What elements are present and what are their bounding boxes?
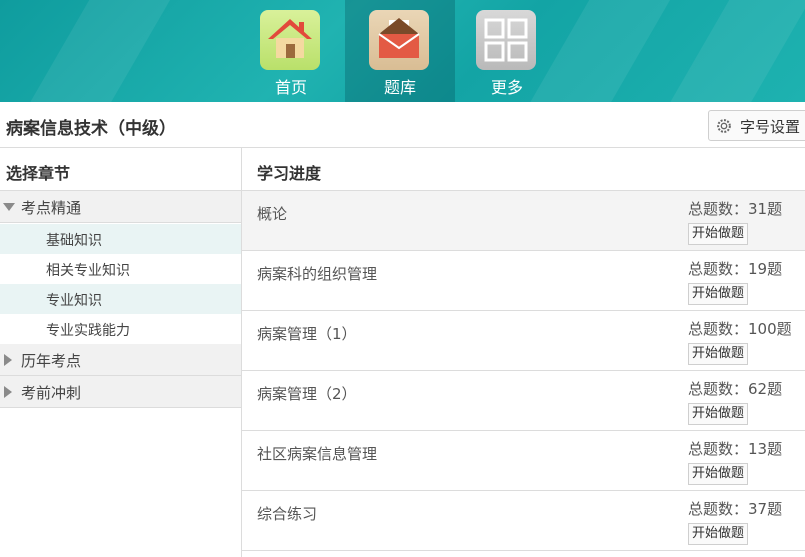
progress-panel-header: 学习进度 (242, 148, 805, 191)
chapter-item-practical-ability[interactable]: 专业实践能力 (0, 314, 241, 344)
font-size-setting-label: 字号设置 (740, 118, 801, 136)
start-practice-button[interactable]: 开始做题 (688, 463, 749, 485)
gear-icon (717, 119, 731, 133)
nav-home[interactable]: 首页 (236, 0, 346, 102)
start-practice-button[interactable]: 开始做题 (688, 523, 749, 545)
question-count: 总题数：100题 (688, 320, 792, 338)
group-linian-kaodian[interactable]: 历年考点 (0, 344, 241, 376)
chapter-row[interactable]: 病案管理（1） 总题数：100题 开始做题 (242, 311, 805, 371)
chapter-row[interactable]: 病案科的组织管理 总题数：19题 开始做题 (242, 251, 805, 311)
nav-more[interactable]: 更多 (452, 0, 562, 102)
start-practice-button[interactable]: 开始做题 (688, 283, 749, 305)
nav-home-label: 首页 (274, 78, 307, 97)
chapter-name: 病案管理（1） (257, 325, 357, 343)
chapter-panel-title: 选择章节 (6, 164, 71, 183)
question-count: 总题数：13题 (688, 440, 783, 458)
group-kaoqian-chongci[interactable]: 考前冲刺 (0, 376, 241, 408)
envelope-icon (369, 10, 429, 70)
group-label: 考前冲刺 (21, 384, 82, 402)
caret-right-icon (4, 354, 12, 366)
chapter-item-label: 专业知识 (46, 293, 102, 309)
question-count: 总题数：62题 (688, 380, 783, 398)
group-kaodian-jingtong[interactable]: 考点精通 (0, 191, 241, 223)
question-count: 总题数：31题 (688, 200, 783, 218)
font-size-setting-button[interactable]: 字号设置 (708, 110, 805, 141)
home-icon (260, 10, 320, 70)
chapter-row[interactable]: 综合练习 总题数：37题 开始做题 (242, 491, 805, 551)
nav-more-label: 更多 (490, 78, 523, 97)
chapter-row[interactable]: 病案管理（2） 总题数：62题 开始做题 (242, 371, 805, 431)
progress-panel-title: 学习进度 (257, 164, 322, 183)
chapter-name: 病案管理（2） (257, 385, 357, 403)
caret-right-icon (4, 386, 12, 398)
top-nav-bar: 首页 题库 更多 (0, 0, 805, 102)
group-label: 历年考点 (21, 352, 82, 370)
chapter-name: 病案科的组织管理 (257, 265, 378, 283)
question-count: 总题数：37题 (688, 500, 783, 518)
progress-panel: 学习进度 概论 总题数：31题 开始做题 病案科的组织管理 总题数：19题 开始… (242, 148, 805, 557)
start-practice-button[interactable]: 开始做题 (688, 403, 749, 425)
chapter-item-basic-knowledge[interactable]: 基础知识 (0, 224, 241, 254)
chapter-panel: 选择章节 考点精通 基础知识 相关专业知识 专业知识 专业实践能力 历年考点 考… (0, 148, 242, 557)
caret-down-icon (3, 203, 15, 211)
nav-background-stripe (654, 0, 805, 102)
question-count: 总题数：19题 (688, 260, 783, 278)
course-title-bar: 病案信息技术（中级） 字号设置 (0, 102, 805, 148)
chapter-item-label: 基础知识 (46, 233, 102, 249)
chapter-name: 社区病案信息管理 (257, 445, 378, 463)
chapter-row[interactable]: 概论 总题数：31题 开始做题 (242, 191, 805, 251)
nav-background-stripe (14, 0, 176, 102)
nav-question-bank[interactable]: 题库 (345, 0, 455, 102)
start-practice-button[interactable]: 开始做题 (688, 343, 749, 365)
chapter-item-label: 专业实践能力 (46, 323, 130, 339)
chapter-name: 综合练习 (257, 505, 318, 523)
group-label: 考点精通 (21, 199, 82, 217)
chapter-item-related-knowledge[interactable]: 相关专业知识 (0, 254, 241, 284)
chapter-name: 概论 (257, 205, 288, 223)
nav-question-bank-label: 题库 (383, 78, 416, 97)
chapter-item-professional-knowledge[interactable]: 专业知识 (0, 284, 241, 314)
start-practice-button[interactable]: 开始做题 (688, 223, 749, 245)
chapter-item-label: 相关专业知识 (46, 263, 130, 279)
grid-icon (476, 10, 536, 70)
chapter-row[interactable]: 社区病案信息管理 总题数：13题 开始做题 (242, 431, 805, 491)
course-title: 病案信息技术（中级） (6, 119, 176, 139)
chapter-panel-header: 选择章节 (0, 148, 241, 191)
